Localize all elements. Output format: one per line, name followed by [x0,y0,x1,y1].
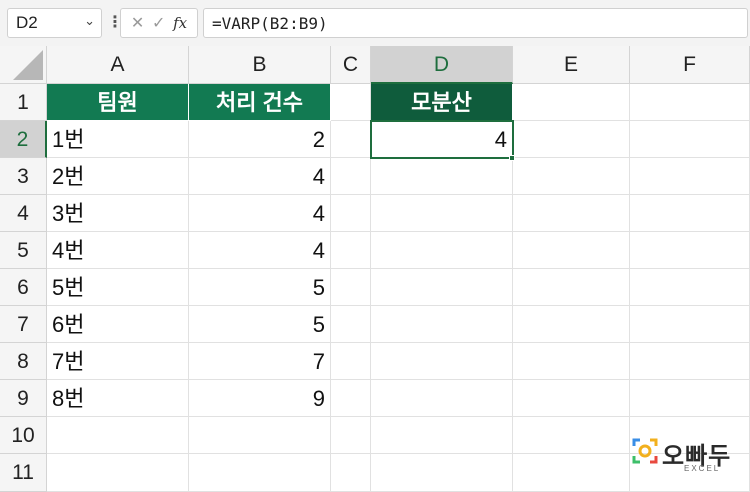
empty-cell[interactable] [630,343,750,380]
empty-cell[interactable] [331,269,371,306]
header-cell-variance[interactable]: 모분산 [371,84,513,121]
empty-cell[interactable] [331,121,371,158]
empty-cell[interactable] [331,84,371,121]
empty-cell[interactable] [513,380,630,417]
row-header-10[interactable]: 10 [0,417,47,454]
column-header-a[interactable]: A [47,46,189,84]
empty-cell[interactable] [513,417,630,454]
empty-cell[interactable] [630,195,750,232]
empty-cell[interactable] [513,195,630,232]
column-header-e[interactable]: E [513,46,630,84]
empty-cell[interactable] [331,454,371,492]
empty-cell[interactable] [513,232,630,269]
row-header-8[interactable]: 8 [0,343,47,380]
empty-cell[interactable] [513,454,630,492]
empty-cell[interactable] [371,269,513,306]
worksheet-grid: A B C D E F 1 2 3 4 5 6 7 8 9 10 11 팀원 처… [0,46,750,492]
cell-a9[interactable]: 8번 [47,380,189,417]
row-header-3[interactable]: 3 [0,158,47,195]
chevron-down-icon[interactable]: ⌄ [84,13,95,29]
cell-b8[interactable]: 7 [189,343,331,380]
row-header-6[interactable]: 6 [0,269,47,306]
column-header-d[interactable]: D [371,46,513,84]
empty-cell[interactable] [331,158,371,195]
empty-cell[interactable] [630,306,750,343]
logo-mark-icon [632,438,658,464]
formula-bar: D2 ⌄ ⋮ ✕ ✓ fx =VARP(B2:B9) [0,0,750,46]
cancel-icon[interactable]: ✕ [131,13,144,33]
cell-b4[interactable]: 4 [189,195,331,232]
empty-cell[interactable] [371,158,513,195]
empty-cell[interactable] [189,454,331,492]
cell-d2-active[interactable]: 4 [370,120,514,159]
empty-cell[interactable] [371,232,513,269]
row-header-9[interactable]: 9 [0,380,47,417]
empty-cell[interactable] [371,343,513,380]
empty-cell[interactable] [513,306,630,343]
cell-b9[interactable]: 9 [189,380,331,417]
empty-cell[interactable] [630,121,750,158]
empty-cell[interactable] [331,417,371,454]
cell-b7[interactable]: 5 [189,306,331,343]
row-header-7[interactable]: 7 [0,306,47,343]
empty-cell[interactable] [630,380,750,417]
cell-b2[interactable]: 2 [189,121,331,158]
empty-cell[interactable] [331,343,371,380]
column-header-c[interactable]: C [331,46,371,84]
name-box-value: D2 [16,13,38,32]
name-box[interactable]: D2 ⌄ [7,8,102,38]
empty-cell[interactable] [47,454,189,492]
column-header-f[interactable]: F [630,46,750,84]
row-header-2[interactable]: 2 [0,121,47,158]
cell-a7[interactable]: 6번 [47,306,189,343]
cell-b6[interactable]: 5 [189,269,331,306]
cell-a8[interactable]: 7번 [47,343,189,380]
empty-cell[interactable] [630,269,750,306]
cell-a4[interactable]: 3번 [47,195,189,232]
row-header-5[interactable]: 5 [0,232,47,269]
header-cell-count[interactable]: 처리 건수 [189,84,331,121]
cell-a3[interactable]: 2번 [47,158,189,195]
cell-b3[interactable]: 4 [189,158,331,195]
confirm-icon[interactable]: ✓ [152,13,165,33]
empty-cell[interactable] [630,84,750,121]
formula-input[interactable]: =VARP(B2:B9) [203,8,748,38]
oppadu-logo: 오빠두 EXCEL [632,436,742,476]
empty-cell[interactable] [47,417,189,454]
empty-cell[interactable] [513,121,630,158]
cell-a2[interactable]: 1번 [47,121,189,158]
empty-cell[interactable] [371,454,513,492]
cell-a5[interactable]: 4번 [47,232,189,269]
empty-cell[interactable] [630,232,750,269]
insert-function-icon[interactable]: fx [173,14,187,32]
header-cell-team[interactable]: 팀원 [47,84,189,121]
row-header-1[interactable]: 1 [0,84,47,121]
empty-cell[interactable] [513,84,630,121]
row-header-11[interactable]: 11 [0,454,47,492]
empty-cell[interactable] [371,306,513,343]
column-header-b[interactable]: B [189,46,331,84]
empty-cell[interactable] [189,417,331,454]
empty-cell[interactable] [513,158,630,195]
empty-cell[interactable] [371,417,513,454]
empty-cell[interactable] [513,343,630,380]
formula-controls: ✕ ✓ fx [120,8,198,38]
empty-cell[interactable] [630,158,750,195]
cell-b5[interactable]: 4 [189,232,331,269]
select-all-corner[interactable] [0,46,47,84]
cell-a6[interactable]: 5번 [47,269,189,306]
empty-cell[interactable] [371,380,513,417]
empty-cell[interactable] [513,269,630,306]
empty-cell[interactable] [331,306,371,343]
empty-cell[interactable] [331,232,371,269]
fill-handle[interactable] [509,155,515,161]
empty-cell[interactable] [331,195,371,232]
empty-cell[interactable] [331,380,371,417]
logo-subtext: EXCEL [684,464,721,473]
empty-cell[interactable] [371,195,513,232]
row-header-4[interactable]: 4 [0,195,47,232]
